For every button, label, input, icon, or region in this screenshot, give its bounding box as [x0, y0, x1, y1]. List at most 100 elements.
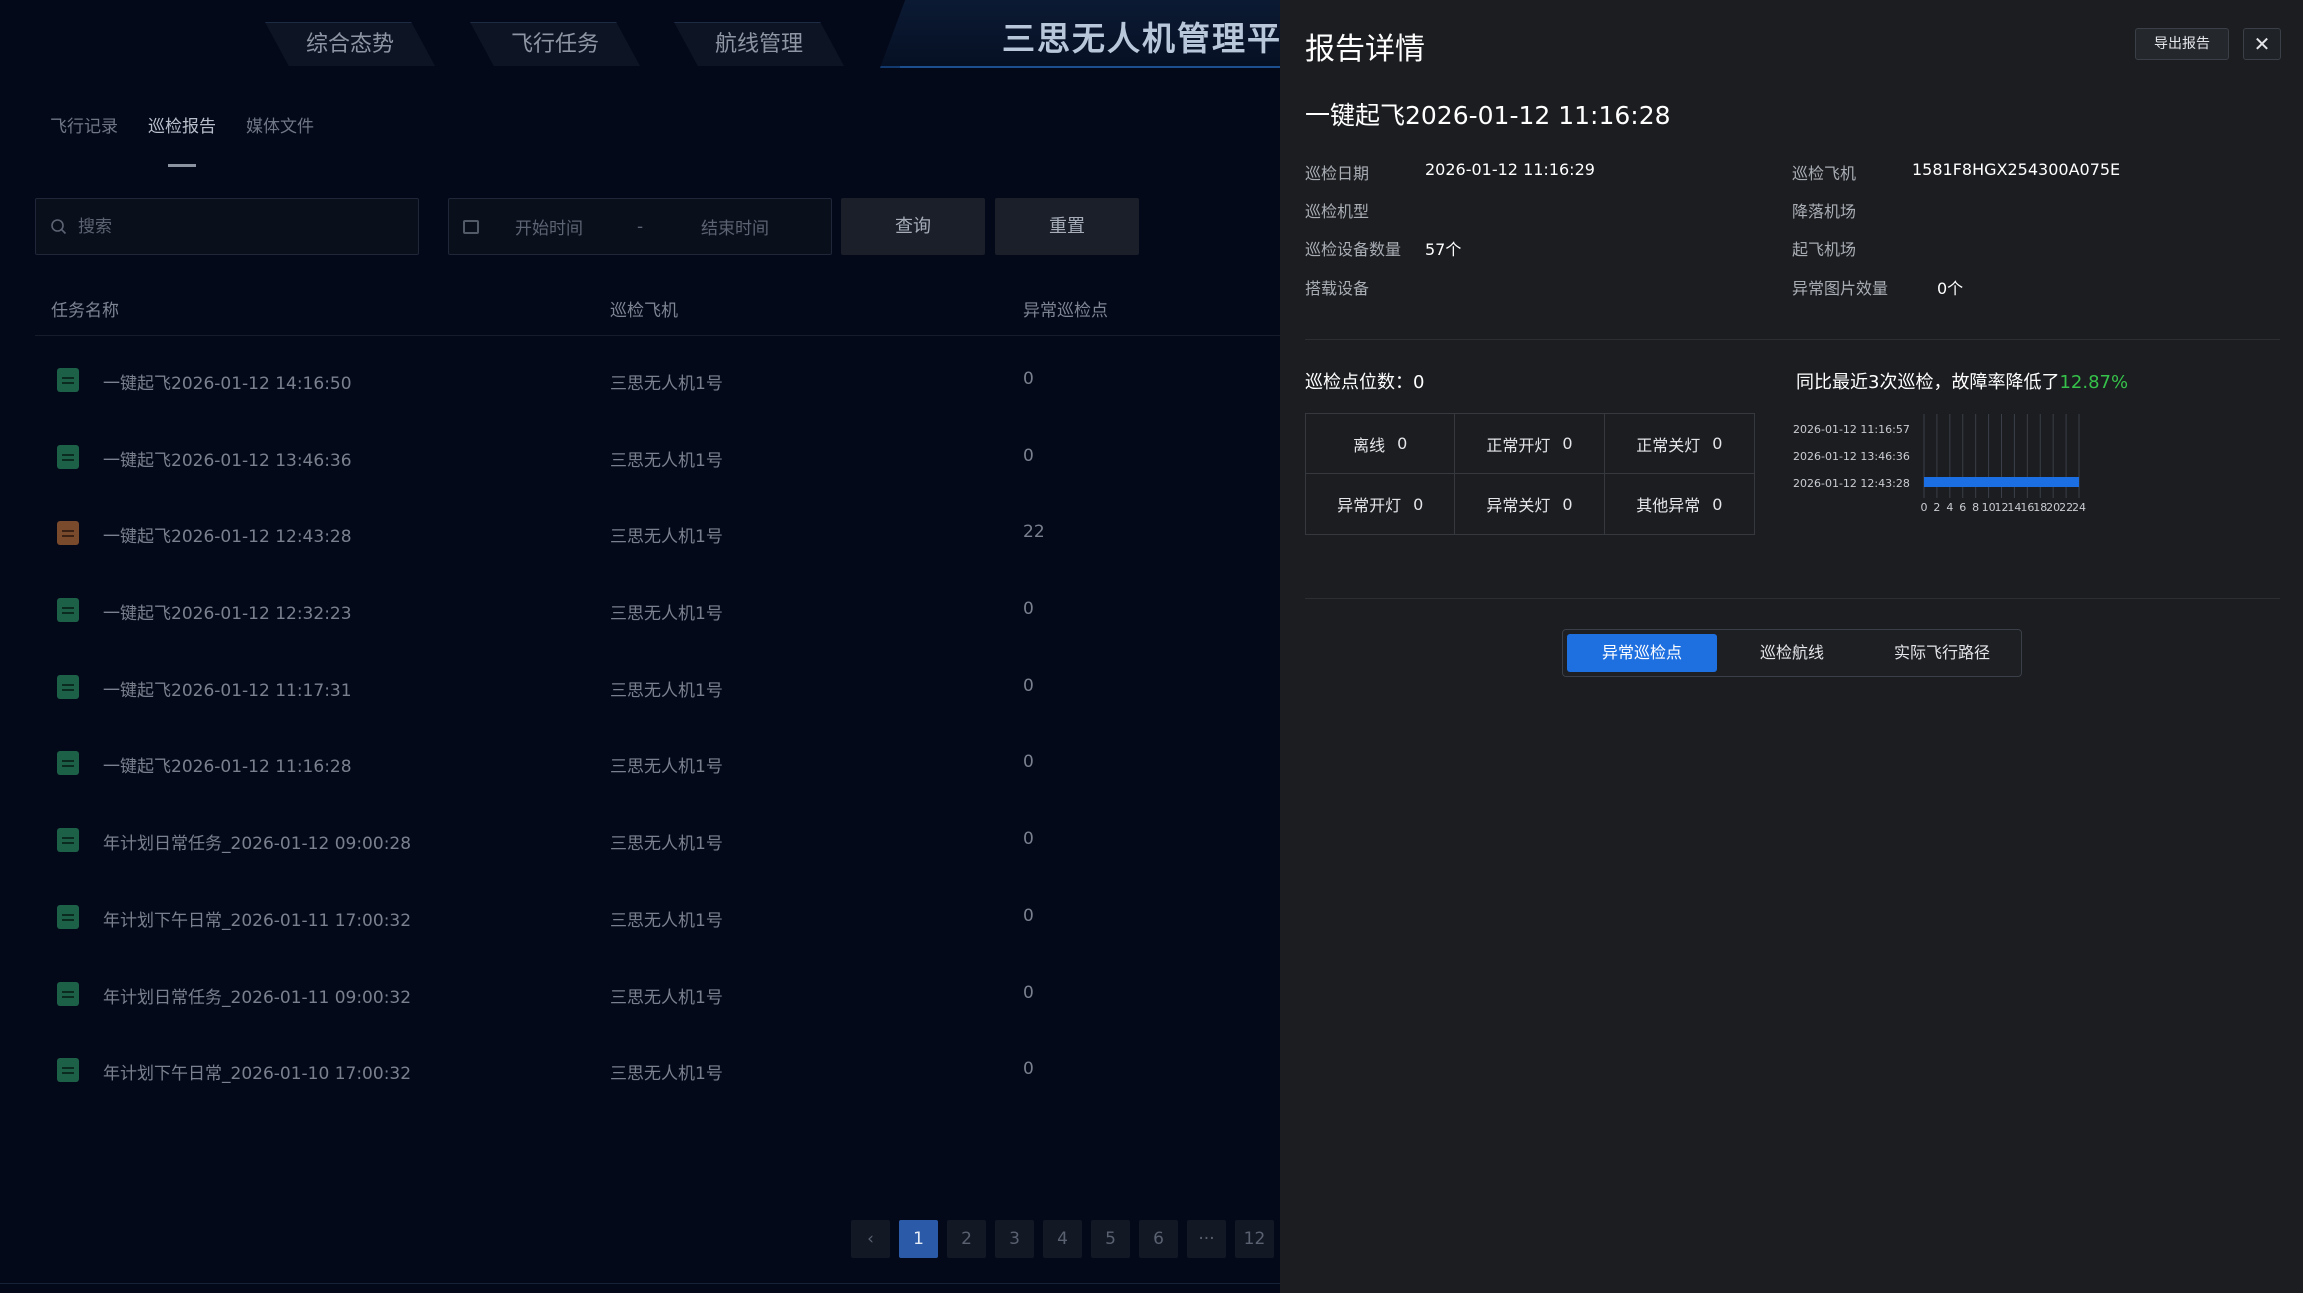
abnormal-count: 0 — [1023, 675, 1034, 696]
recent-inspections-chart: 2026-01-12 11:16:57 2026-01-12 13:46:36 20… — [1793, 414, 2086, 514]
abnormal-count: 0 — [1023, 982, 1034, 1003]
page-button[interactable]: 4 — [1043, 1220, 1082, 1258]
table-row[interactable]: 一键起飞2026-01-12 12:43:28 三思无人机1号 22 — [35, 495, 1280, 572]
abnormal-count: 0 — [1023, 369, 1034, 389]
stat-cell: 异常关灯 0 — [1455, 474, 1605, 534]
x-tick-label: 6 — [1959, 501, 1966, 514]
table-row[interactable]: 一键起飞2026-01-12 12:32:23 三思无人机1号 0 — [35, 572, 1280, 649]
aircraft-value: 1581F8HGX254300A075E — [1912, 160, 2121, 179]
tab-inspection-reports[interactable]: 巡检报告 — [148, 112, 216, 167]
segment-tab[interactable]: 巡检航线 — [1717, 634, 1867, 672]
stat-cell: 其他异常 0 — [1605, 474, 1754, 534]
end-time-input[interactable]: 结束时间 — [701, 214, 769, 239]
stat-value: 0 — [1712, 494, 1723, 514]
device-count-value: 57个 — [1425, 240, 1462, 259]
page-button[interactable]: 6 — [1139, 1220, 1178, 1258]
prev-page-button[interactable]: ‹ — [851, 1220, 890, 1258]
aircraft-name: 三思无人机1号 — [610, 834, 723, 855]
x-tick-label: 24 — [2072, 501, 2086, 514]
tab-media-files[interactable]: 媒体文件 — [246, 112, 314, 137]
abnormal-count: 0 — [1023, 829, 1034, 850]
status-stats-grid: 离线 0 正常开灯 0 正常关灯 0 异常开灯 0 异常关灯 0 其他异常 0 — [1305, 413, 1755, 535]
nav-tab-flight-tasks[interactable]: 飞行任务 — [470, 22, 640, 66]
calendar-icon — [463, 219, 479, 234]
date-value: 2026-01-12 11:16:29 — [1425, 160, 1595, 179]
aircraft-name: 三思无人机1号 — [610, 1064, 723, 1085]
table-row[interactable]: 一键起飞2026-01-12 14:16:50 三思无人机1号 0 — [35, 342, 1280, 419]
page-button[interactable]: 12 — [1235, 1220, 1274, 1258]
report-icon — [57, 521, 79, 546]
page-button[interactable]: 1 — [899, 1220, 938, 1258]
aircraft-name: 三思无人机1号 — [610, 527, 723, 548]
task-name: 年计划日常任务_2026-01-11 09:00:32 — [103, 987, 412, 1008]
drawer-title: 报告详情 — [1305, 32, 1425, 67]
report-icon — [57, 444, 79, 469]
model-label: 巡检机型 — [1305, 202, 1370, 221]
x-tick-label: 20 — [2046, 501, 2060, 514]
page-button[interactable]: 5 — [1091, 1220, 1130, 1258]
table-row[interactable]: 年计划日常任务_2026-01-11 09:00:32 三思无人机1号 0 — [35, 956, 1280, 1033]
sub-tabs: 飞行记录 巡检报告 媒体文件 — [50, 112, 314, 167]
table-row[interactable]: 一键起飞2026-01-12 11:17:31 三思无人机1号 0 — [35, 649, 1280, 726]
report-icon — [57, 981, 79, 1006]
report-table-body: 一键起飞2026-01-12 14:16:50 三思无人机1号 0 一键起飞2026-… — [35, 342, 1280, 1109]
date-range-picker[interactable]: 开始时间 - 结束时间 — [448, 198, 832, 255]
page-button[interactable]: 2 — [947, 1220, 986, 1258]
x-tick-label: 16 — [2020, 501, 2034, 514]
aircraft-name: 三思无人机1号 — [610, 604, 723, 625]
x-tick-label: 4 — [1946, 501, 1953, 514]
table-header: 任务名称 巡检飞机 异常巡检点 — [35, 296, 1280, 336]
abnormal-count: 0 — [1023, 599, 1034, 620]
stat-label: 正常开灯 — [1486, 435, 1551, 455]
task-name: 一键起飞2026-01-12 12:32:23 — [103, 604, 352, 625]
points-count-title: 巡检点位数：0 — [1305, 372, 1425, 393]
page-ellipsis[interactable]: ··· — [1187, 1220, 1226, 1258]
x-tick-label: 22 — [2059, 501, 2073, 514]
y-tick-label: 2026-01-12 11:16:57 — [1793, 423, 1910, 436]
search-input[interactable] — [78, 216, 378, 237]
report-name: 一键起飞2026-01-12 11:16:28 — [1305, 101, 1671, 130]
report-icon — [57, 828, 79, 853]
aircraft-name: 三思无人机1号 — [610, 757, 723, 778]
close-icon[interactable]: ✕ — [2243, 28, 2281, 60]
stat-cell: 异常开灯 0 — [1306, 474, 1456, 534]
page-button[interactable]: 3 — [995, 1220, 1034, 1258]
tab-flight-records[interactable]: 飞行记录 — [50, 112, 118, 137]
stat-value: 0 — [1562, 434, 1573, 453]
stat-label: 异常关灯 — [1486, 496, 1551, 515]
aircraft-name: 三思无人机1号 — [610, 987, 723, 1008]
nav-tab-overview[interactable]: 综合态势 — [265, 22, 435, 66]
export-report-button[interactable]: 导出报告 — [2135, 28, 2229, 60]
table-row[interactable]: 年计划日常任务_2026-01-12 09:00:28 三思无人机1号 0 — [35, 802, 1280, 879]
reset-button[interactable]: 重置 — [995, 198, 1139, 255]
query-button[interactable]: 查询 — [841, 198, 985, 255]
top-navigation: 综合态势 飞行任务 航线管理 三思无人机管理平台 — [0, 0, 1280, 68]
nav-tab-route-management[interactable]: 航线管理 — [674, 22, 844, 66]
date-separator: - — [637, 216, 644, 237]
stat-cell: 正常开灯 0 — [1455, 414, 1605, 474]
x-tick-label: 8 — [1972, 501, 1979, 514]
report-detail-drawer: 报告详情 导出报告 ✕ 一键起飞2026-01-12 11:16:28 巡检日期… — [1280, 0, 2303, 1293]
abnormal-images-value: 0个 — [1937, 279, 1964, 298]
pagination: ‹ 1 2 3 4 5 6 ··· 12 — [851, 1220, 1274, 1258]
table-row[interactable]: 年计划下午日常_2026-01-11 17:00:32 三思无人机1号 0 — [35, 879, 1280, 956]
x-tick-label: 12 — [1995, 501, 2009, 514]
divider — [1305, 339, 2280, 340]
segment-tab[interactable]: 实际飞行路径 — [1867, 634, 2017, 672]
start-time-input[interactable]: 开始时间 — [515, 214, 637, 239]
abnormal-count: 0 — [1023, 445, 1034, 466]
x-tick-label: 10 — [1982, 501, 1996, 514]
segment-tab[interactable]: 异常巡检点 — [1567, 634, 1717, 672]
abnormal-count: 0 — [1023, 905, 1034, 926]
table-row[interactable]: 一键起飞2026-01-12 13:46:36 三思无人机1号 0 — [35, 419, 1280, 496]
task-name: 年计划下午日常_2026-01-10 17:00:32 — [103, 1064, 412, 1085]
abnormal-count: 0 — [1023, 1059, 1034, 1080]
x-tick-label: 0 — [1921, 501, 1928, 514]
date-label: 巡检日期 — [1305, 164, 1370, 183]
stat-label: 其他异常 — [1636, 496, 1701, 515]
search-field — [35, 198, 419, 255]
table-row[interactable]: 一键起飞2026-01-12 11:16:28 三思无人机1号 0 — [35, 725, 1280, 802]
table-row[interactable]: 年计划下午日常_2026-01-10 17:00:32 三思无人机1号 0 — [35, 1032, 1280, 1109]
compare-percent: 12.87% — [2059, 372, 2129, 393]
task-name: 一键起飞2026-01-12 11:16:28 — [103, 757, 352, 778]
